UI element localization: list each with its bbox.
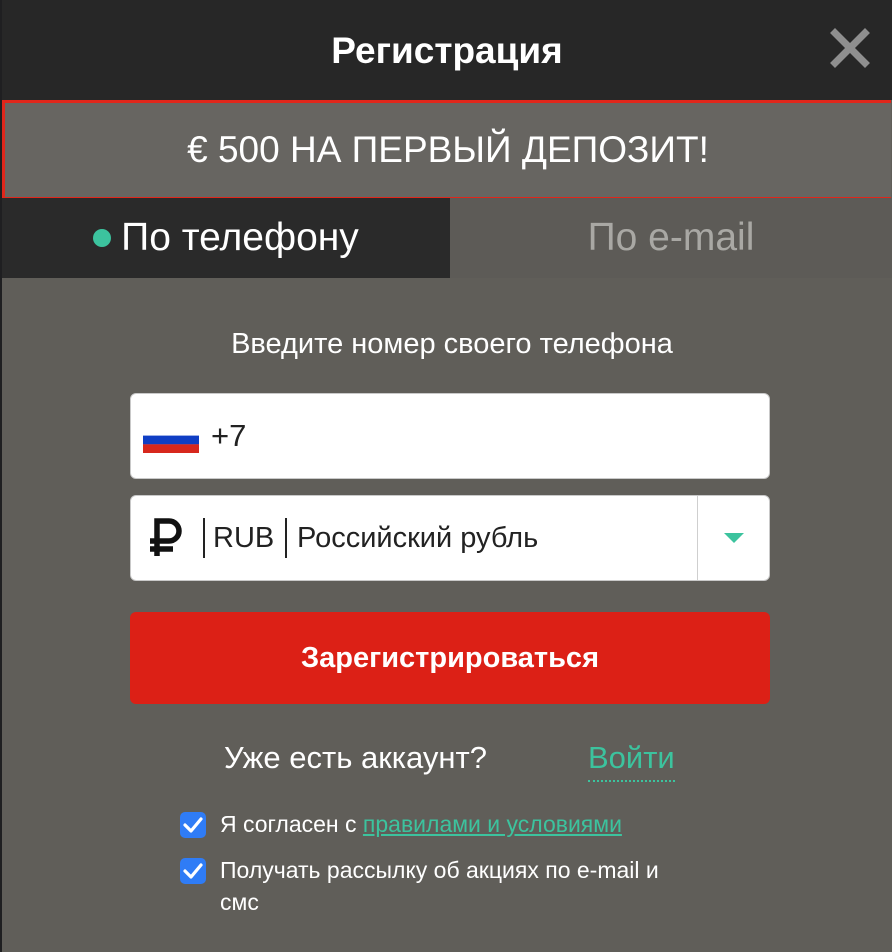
promo-banner: € 500 НА ПЕРВЫЙ ДЕПОЗИТ! [2, 100, 891, 200]
modal-header: Регистрация [2, 0, 892, 100]
currency-separator [203, 518, 205, 558]
registration-modal: Регистрация € 500 НА ПЕРВЫЙ ДЕПОЗИТ! По … [2, 0, 892, 952]
phone-field [130, 393, 770, 479]
russia-flag-icon [143, 427, 199, 453]
register-button[interactable]: Зарегистрироваться [130, 612, 770, 704]
chevron-down-icon [724, 533, 744, 543]
tab-email-label: По e-mail [587, 216, 755, 259]
newsletter-label: Получать рассылку об акциях по e-mail и … [220, 857, 659, 915]
phone-prompt: Введите номер своего телефона [231, 328, 673, 360]
ruble-icon [150, 518, 182, 556]
currency-code: RUB [213, 522, 275, 554]
currency-select[interactable]: RUB Российский рубль [130, 495, 770, 581]
have-account-text: Уже есть аккаунт? [224, 740, 487, 775]
close-icon [830, 28, 870, 68]
currency-dropdown-toggle[interactable] [697, 496, 770, 580]
terms-checkbox[interactable] [180, 812, 206, 838]
modal-title: Регистрация [331, 30, 563, 71]
login-link[interactable]: Войти [588, 736, 675, 782]
tab-phone-label: По телефону [121, 216, 359, 259]
login-row: Уже есть аккаунт? Войти [2, 736, 892, 782]
checkmark-icon [183, 863, 203, 879]
terms-prefix: Я согласен с [220, 811, 363, 837]
tab-phone[interactable]: По телефону [2, 198, 450, 278]
currency-separator [285, 518, 287, 558]
phone-input[interactable] [211, 414, 751, 458]
newsletter-checkbox[interactable] [180, 858, 206, 884]
promo-text: € 500 НА ПЕРВЫЙ ДЕПОЗИТ! [187, 129, 709, 170]
registration-tabs: По телефону По e-mail [2, 198, 892, 278]
currency-name: Российский рубль [297, 522, 539, 554]
tab-email[interactable]: По e-mail [450, 198, 892, 278]
terms-link[interactable]: правилами и условиями [363, 811, 622, 837]
close-button[interactable] [828, 26, 872, 70]
active-dot-icon [93, 229, 112, 247]
checkmark-icon [183, 817, 203, 833]
terms-label: Я согласен с правилами и условиями [220, 808, 700, 840]
